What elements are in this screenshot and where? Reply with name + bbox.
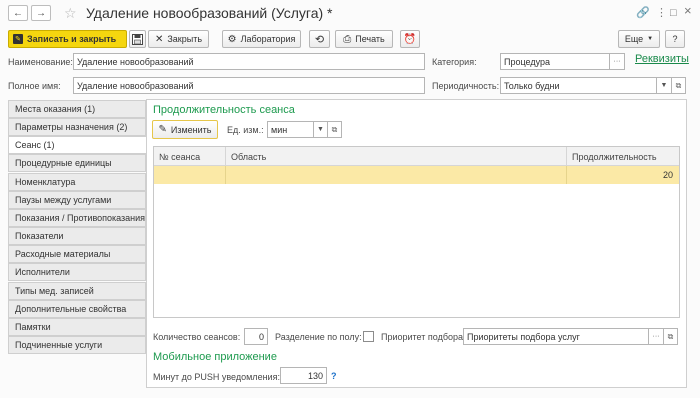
save-close-icon: ✎ <box>13 34 23 44</box>
chevron-down-icon: ▼ <box>647 36 654 42</box>
column-header-duration[interactable]: Продолжительность <box>567 147 679 166</box>
printer-icon: ⎙ <box>343 33 352 45</box>
count-label: Количество сеансов: <box>153 332 241 342</box>
push-label: Минут до PUSH уведомления: <box>153 372 280 382</box>
restore-icon[interactable]: □ <box>670 7 677 19</box>
laboratory-label: Лаборатория <box>240 34 296 44</box>
edit-button[interactable]: ✎ Изменить <box>152 120 218 139</box>
window-title: Удаление новообразований (Услуга) * <box>86 5 333 21</box>
periodicity-field[interactable]: Только будни <box>500 77 657 94</box>
unit-dropdown[interactable]: ▼ <box>314 121 328 138</box>
priority-dropdown[interactable]: ··· <box>649 328 664 345</box>
category-field[interactable]: Процедура <box>500 53 610 70</box>
gender-checkbox[interactable] <box>363 331 374 342</box>
name-field[interactable]: Удаление новообразований <box>73 53 425 70</box>
sidebar-tab[interactable]: Расходные материалы <box>8 245 146 263</box>
fullname-label: Полное имя: <box>8 81 61 91</box>
name-label: Наименование: <box>8 57 73 67</box>
count-field[interactable]: 0 <box>244 328 268 345</box>
help-label: ? <box>672 34 678 44</box>
sidebar-tab[interactable]: Показатели <box>8 227 146 245</box>
save-and-close-label: Записать и закрыть <box>27 34 117 44</box>
periodicity-open-button[interactable]: ⧉ <box>672 77 686 94</box>
sidebar-tab[interactable]: Параметры назначения (2) <box>8 118 146 136</box>
session-section-title: Продолжительность сеанса <box>153 104 295 116</box>
save-button[interactable] <box>129 30 146 48</box>
chevron-down-icon: ▼ <box>317 126 324 133</box>
priority-open-button[interactable]: ⧉ <box>664 328 678 345</box>
sidebar-tab[interactable]: Паузы между услугами <box>8 191 146 209</box>
favorite-star-icon[interactable]: ☆ <box>64 5 77 21</box>
sidebar-tab[interactable]: Памятки <box>8 318 146 336</box>
more-vertical-icon[interactable]: ⋮ <box>656 7 667 19</box>
close-x-icon: ✕ <box>154 33 164 45</box>
unit-open-button[interactable]: ⧉ <box>328 121 342 138</box>
reminder-button[interactable]: ⏰ <box>400 30 420 48</box>
sidebar-tab[interactable]: Номенклатура <box>8 173 146 191</box>
link-icon[interactable]: 🔗 <box>636 7 650 19</box>
open-window-icon: ⧉ <box>667 331 674 341</box>
forward-icon: → <box>36 7 46 19</box>
sidebar-tab[interactable]: Дополнительные свойства <box>8 300 146 318</box>
category-label: Категория: <box>432 57 477 67</box>
sidebar-tab[interactable]: Подчиненные услуги <box>8 336 146 354</box>
history-button[interactable]: ⟲ <box>309 30 330 48</box>
close-button[interactable]: ✕ Закрыть <box>148 30 209 48</box>
back-icon: ← <box>13 7 23 19</box>
close-icon[interactable]: × <box>684 4 692 17</box>
push-minutes-field[interactable]: 130 <box>280 367 327 384</box>
column-header-number[interactable]: № сеанса <box>154 147 226 166</box>
sidebar-tab[interactable]: Показания / Противопоказания <box>8 209 146 227</box>
priority-field[interactable]: Приоритеты подбора услуг <box>463 328 649 345</box>
gender-label: Разделение по полу: <box>275 332 362 342</box>
sidebar-tab[interactable]: Сеанс (1) <box>8 136 147 154</box>
sessions-table[interactable]: № сеанса Область Продолжительность 20 <box>153 146 680 318</box>
periodicity-dropdown[interactable]: ▼ <box>657 77 672 94</box>
table-header: № сеанса Область Продолжительность <box>154 147 679 166</box>
push-help-icon[interactable]: ? <box>331 371 337 381</box>
sidebar-tab[interactable]: Процедурные единицы <box>8 154 146 172</box>
dots-icon: ··· <box>613 58 621 65</box>
open-window-icon: ⧉ <box>331 124 338 134</box>
print-label: Печать <box>355 34 385 44</box>
sidebar-tab[interactable]: Типы мед. записей <box>8 282 146 300</box>
cell-area[interactable] <box>226 166 567 184</box>
more-label: Еще <box>624 34 644 44</box>
edit-label: Изменить <box>170 124 212 135</box>
priority-label: Приоритет подбора: <box>381 332 466 342</box>
unit-label: Ед. изм.: <box>227 125 264 135</box>
fullname-field[interactable]: Удаление новообразований <box>73 77 425 94</box>
chevron-down-icon: ▼ <box>660 82 668 89</box>
sidebar-tab[interactable]: Места оказания (1) <box>8 100 146 118</box>
dots-icon: ··· <box>652 333 660 340</box>
table-row[interactable]: 20 <box>154 166 679 184</box>
laboratory-button[interactable]: ⚙ Лаборатория <box>222 30 301 48</box>
help-button[interactable]: ? <box>665 30 685 48</box>
open-window-icon: ⧉ <box>675 80 682 90</box>
periodicity-label: Периодичность: <box>432 81 500 91</box>
history-icon: ⟲ <box>314 33 325 46</box>
cell-duration[interactable]: 20 <box>567 166 679 184</box>
category-dropdown[interactable]: ··· <box>610 53 625 70</box>
floppy-disk-icon <box>132 33 143 45</box>
alarm-clock-icon: ⏰ <box>403 33 417 45</box>
requisites-link[interactable]: Реквизиты <box>635 53 689 65</box>
mobile-section-title: Мобильное приложение <box>153 351 277 363</box>
save-and-close-button[interactable]: ✎ Записать и закрыть <box>8 30 127 48</box>
pencil-icon: ✎ <box>158 124 167 135</box>
sidebar-tab[interactable]: Исполнители <box>8 263 146 281</box>
gear-icon: ⚙ <box>227 33 237 45</box>
more-button[interactable]: Еще ▼ <box>618 30 660 48</box>
back-button[interactable]: ← <box>8 5 28 21</box>
unit-field[interactable]: мин <box>267 121 314 138</box>
print-button[interactable]: ⎙ Печать <box>335 30 393 48</box>
forward-button[interactable]: → <box>31 5 51 21</box>
column-header-area[interactable]: Область <box>226 147 567 166</box>
cell-number[interactable] <box>154 166 226 184</box>
close-label: Закрыть <box>167 34 203 44</box>
